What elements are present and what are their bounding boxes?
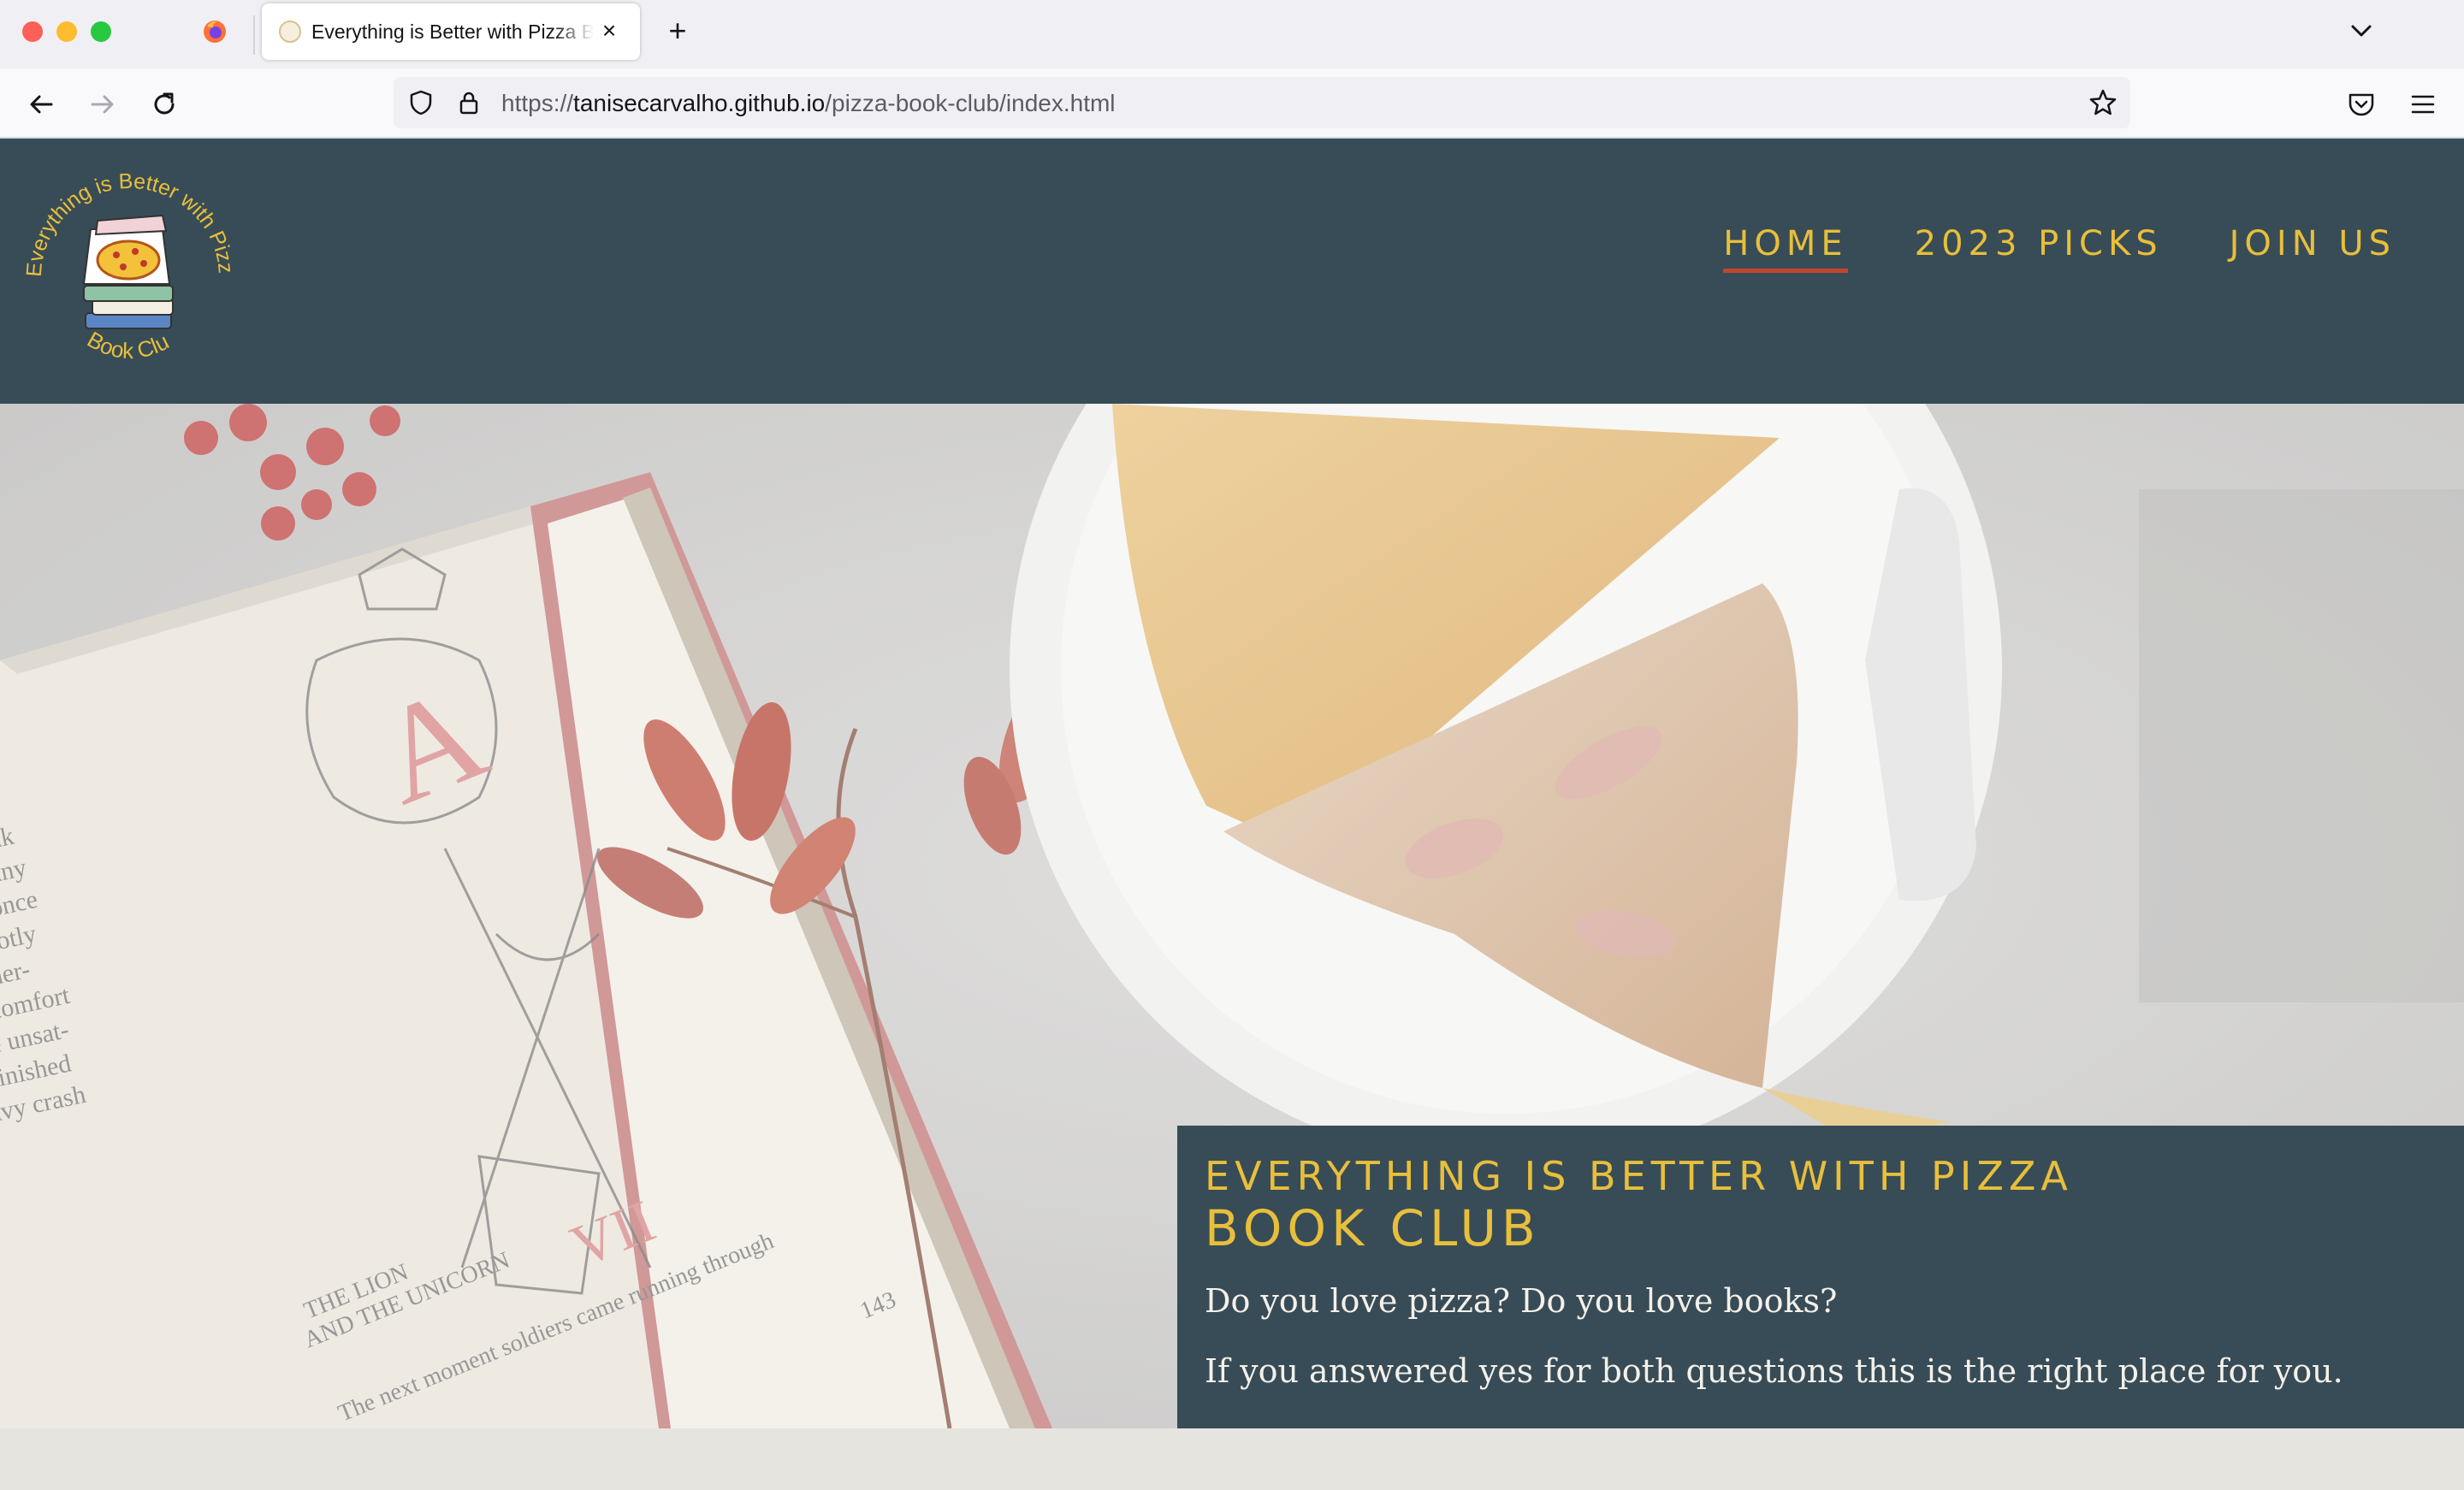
- firefox-view-icon[interactable]: [202, 19, 228, 44]
- hero-paragraph-2: If you answered yes for both questions t…: [1205, 1352, 2343, 1390]
- active-tab[interactable]: Everything is Better with Pizza Book Clu…: [262, 3, 640, 60]
- url-scheme: https://: [501, 90, 574, 116]
- nav-home-link[interactable]: HOME: [1723, 224, 1848, 273]
- site-favicon-icon: [279, 21, 301, 43]
- bookmark-star-icon[interactable]: [2088, 87, 2118, 118]
- window-minimize-button[interactable]: [56, 21, 77, 42]
- tab-title: Everything is Better with Pizza Book Clu…: [311, 21, 594, 43]
- main-nav: HOME 2023 PICKS JOIN US: [1723, 224, 2396, 273]
- hero-text-panel: EVERYTHING IS BETTER WITH PIZZA BOOK CLU…: [1177, 1126, 2464, 1428]
- pocket-icon[interactable]: [2344, 87, 2378, 121]
- hero-section: A VII THE LION AND THE UNICORN The next …: [0, 404, 2464, 1428]
- url-text[interactable]: https://tanisecarvalho.github.io/pizza-b…: [501, 90, 1116, 117]
- url-host: tanisecarvalho.github.io: [573, 90, 826, 116]
- tab-close-icon[interactable]: ×: [592, 14, 626, 48]
- url-path: /pizza-book-club/index.html: [825, 90, 1116, 116]
- browser-toolbar: https://tanisecarvalho.github.io/pizza-b…: [0, 68, 2464, 139]
- address-bar[interactable]: https://tanisecarvalho.github.io/pizza-b…: [394, 77, 2130, 128]
- tracking-protection-shield-icon[interactable]: [407, 89, 435, 116]
- window-close-button[interactable]: [22, 21, 43, 42]
- browser-tab-strip: Everything is Better with Pizza Book Clu…: [0, 0, 2464, 68]
- hero-kicker: EVERYTHING IS BETTER WITH PIZZA: [1205, 1153, 2073, 1199]
- nav-join-us-link[interactable]: JOIN US: [2230, 224, 2396, 273]
- back-arrow-icon[interactable]: [22, 86, 60, 123]
- forward-arrow-icon[interactable]: [84, 86, 121, 123]
- page-bottom-band: [0, 1428, 2464, 1490]
- hero-title: BOOK CLUB: [1205, 1199, 1541, 1257]
- site-header: Everything is Better with Pizza Book Clu…: [0, 139, 2464, 404]
- lock-icon[interactable]: [455, 89, 483, 116]
- new-tab-button[interactable]: +: [660, 14, 695, 48]
- tab-divider: [253, 15, 255, 55]
- list-all-tabs-chevron-down-icon[interactable]: [2344, 14, 2378, 48]
- nav-2023-picks-link[interactable]: 2023 PICKS: [1915, 224, 2163, 273]
- window-zoom-button[interactable]: [91, 21, 111, 42]
- hamburger-menu-icon[interactable]: [2406, 87, 2440, 121]
- pizza-book-club-logo[interactable]: Everything is Better with Pizza Book Clu…: [19, 149, 241, 371]
- reload-icon[interactable]: [145, 86, 183, 123]
- hero-paragraph-1: Do you love pizza? Do you love books?: [1205, 1282, 1838, 1320]
